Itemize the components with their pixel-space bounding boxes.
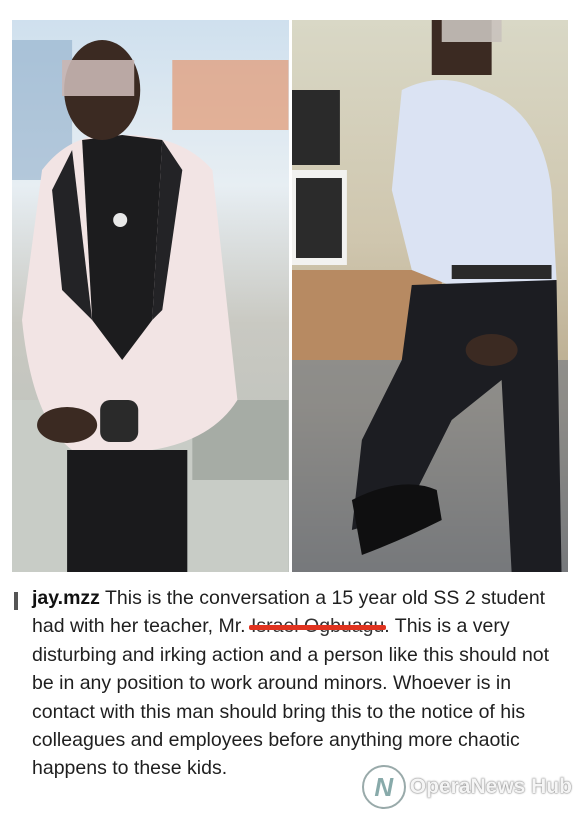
post-caption: jay.mzz This is the conversation a 15 ye…: [14, 584, 554, 783]
photo-collage: [12, 20, 568, 572]
photo-right-illustration: [291, 20, 568, 572]
caption-marker: [14, 592, 18, 610]
operanews-logo-icon: N: [361, 765, 406, 809]
photo-man-pink-blazer: [12, 20, 289, 572]
photo-left-illustration: [12, 40, 289, 572]
watermark: N OperaNews Hub: [361, 765, 572, 809]
caption-paragraph: jay.mzz This is the conversation a 15 ye…: [14, 584, 554, 783]
watermark-text: OperaNews Hub: [409, 775, 572, 798]
photo-man-white-shirt: [291, 20, 568, 572]
username[interactable]: jay.mzz: [32, 587, 100, 609]
redacted-name: Israel Ogbuagu: [248, 612, 387, 640]
